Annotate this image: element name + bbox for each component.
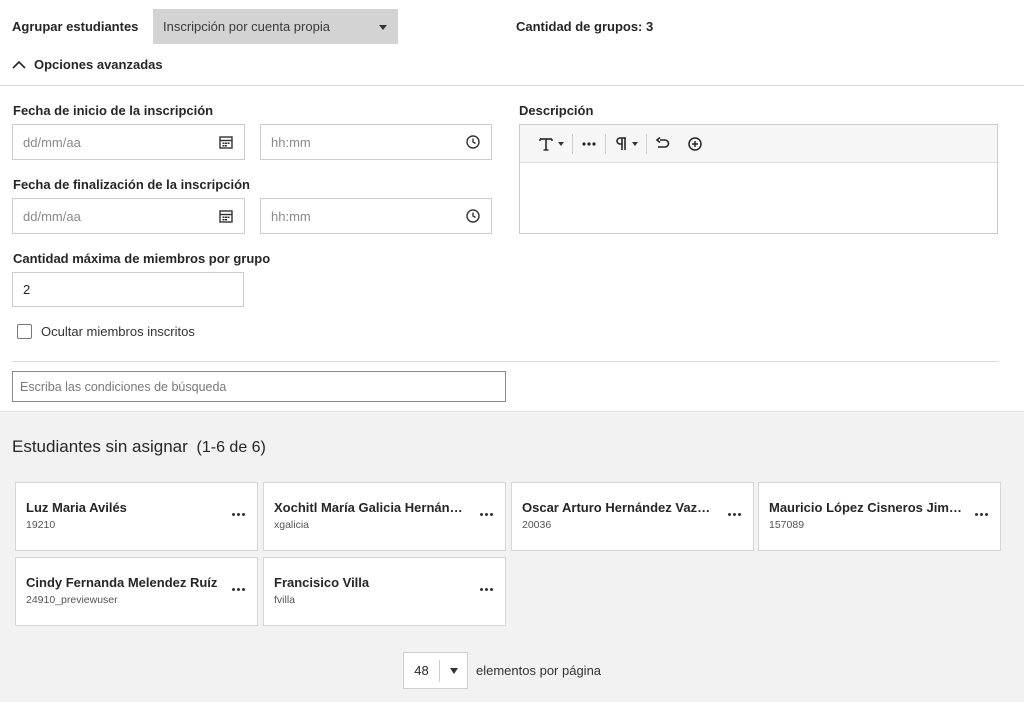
text-style-button[interactable] — [530, 133, 572, 155]
group-method-select[interactable]: Inscripción por cuenta propia — [153, 9, 398, 44]
advanced-options-toggle[interactable]: Opciones avanzadas — [12, 57, 163, 72]
student-card[interactable]: Francisico Villa fvilla — [263, 557, 506, 626]
unassigned-title: Estudiantes sin asignar — [12, 437, 188, 456]
caret-down-icon — [379, 25, 387, 30]
per-page-label: elementos por página — [476, 663, 602, 678]
caret-down-icon — [632, 141, 638, 146]
student-id: 20036 — [522, 519, 552, 531]
max-members-value: 2 — [23, 282, 31, 297]
student-card[interactable]: Mauricio López Cisneros Jiménez 157089 — [758, 482, 1001, 551]
divider — [0, 85, 1024, 86]
group-students-label: Agrupar estudiantes — [12, 19, 139, 34]
clock-icon[interactable] — [465, 134, 481, 150]
more-options-icon[interactable] — [478, 586, 495, 593]
text-format-icon — [539, 137, 553, 151]
student-name: Luz Maria Avilés — [26, 500, 127, 515]
student-card[interactable]: Luz Maria Avilés 19210 — [15, 482, 258, 551]
description-label: Descripción — [519, 103, 594, 118]
paragraph-button[interactable] — [606, 133, 646, 155]
calendar-icon[interactable] — [218, 134, 234, 150]
caret-down-icon — [450, 667, 458, 674]
student-card[interactable]: Oscar Arturo Hernández Vazquez 20036 — [511, 482, 754, 551]
student-id: 24910_previewuser — [26, 594, 118, 606]
start-date-placeholder: dd/mm/aa — [23, 134, 81, 150]
hide-members-checkbox[interactable] — [17, 324, 32, 339]
end-date-label: Fecha de finalización de la inscripción — [13, 177, 250, 192]
caret-down-icon — [558, 141, 564, 146]
more-options-icon[interactable] — [973, 511, 990, 518]
max-members-label: Cantidad máxima de miembros por grupo — [13, 251, 271, 266]
page-size-select[interactable]: 48 — [403, 652, 468, 689]
hide-members-option[interactable]: Ocultar miembros inscritos — [17, 324, 195, 339]
more-options-icon[interactable] — [230, 586, 247, 593]
student-id: 19210 — [26, 519, 56, 531]
student-name: Mauricio López Cisneros Jiménez — [769, 500, 964, 515]
start-date-input[interactable]: dd/mm/aa — [12, 124, 245, 160]
student-name: Xochitl María Galicia Hernández — [274, 500, 469, 515]
student-name: Cindy Fernanda Melendez Ruíz — [26, 575, 218, 590]
group-method-value: Inscripción por cuenta propia — [163, 19, 330, 34]
advanced-options-label: Opciones avanzadas — [34, 57, 163, 72]
unassigned-students-heading: Estudiantes sin asignar (1-6 de 6) — [12, 437, 266, 457]
search-input[interactable]: Escriba las condiciones de búsqueda — [12, 371, 506, 402]
chevron-up-icon — [12, 60, 26, 69]
student-id: xgalicia — [274, 519, 310, 531]
search-placeholder: Escriba las condiciones de búsqueda — [20, 379, 227, 394]
insert-content-button[interactable] — [679, 133, 711, 155]
end-time-input[interactable]: hh:mm — [260, 198, 492, 234]
editor-toolbar — [520, 125, 997, 163]
more-options-icon[interactable] — [230, 511, 247, 518]
ellipsis-icon — [582, 141, 596, 146]
paragraph-icon — [616, 136, 626, 150]
description-editor[interactable] — [519, 124, 998, 234]
student-name: Oscar Arturo Hernández Vazquez — [522, 500, 717, 515]
start-date-label: Fecha de inicio de la inscripción — [13, 103, 214, 118]
undo-icon — [655, 136, 670, 148]
student-card[interactable]: Xochitl María Galicia Hernández xgalicia — [263, 482, 506, 551]
hide-members-label: Ocultar miembros inscritos — [41, 324, 195, 339]
unassigned-count: (1-6 de 6) — [196, 439, 266, 456]
divider — [12, 361, 999, 362]
student-card[interactable]: Cindy Fernanda Melendez Ruíz 24910_previ… — [15, 557, 258, 626]
student-id: 157089 — [769, 519, 805, 531]
more-options-icon[interactable] — [478, 511, 495, 518]
end-date-input[interactable]: dd/mm/aa — [12, 198, 245, 234]
more-options-icon[interactable] — [726, 511, 743, 518]
start-time-placeholder: hh:mm — [271, 134, 311, 150]
clock-icon[interactable] — [465, 208, 481, 224]
start-time-input[interactable]: hh:mm — [260, 124, 492, 160]
undo-button[interactable] — [647, 133, 679, 155]
group-count: Cantidad de grupos: 3 — [516, 19, 654, 34]
plus-circle-icon — [688, 136, 702, 151]
student-name: Francisico Villa — [274, 575, 370, 590]
student-id: fvilla — [274, 594, 296, 606]
more-formatting-button[interactable] — [573, 133, 605, 155]
max-members-input[interactable]: 2 — [12, 272, 244, 307]
page-size-value: 48 — [404, 659, 440, 682]
end-time-placeholder: hh:mm — [271, 208, 311, 224]
calendar-icon[interactable] — [218, 208, 234, 224]
end-date-placeholder: dd/mm/aa — [23, 208, 81, 224]
